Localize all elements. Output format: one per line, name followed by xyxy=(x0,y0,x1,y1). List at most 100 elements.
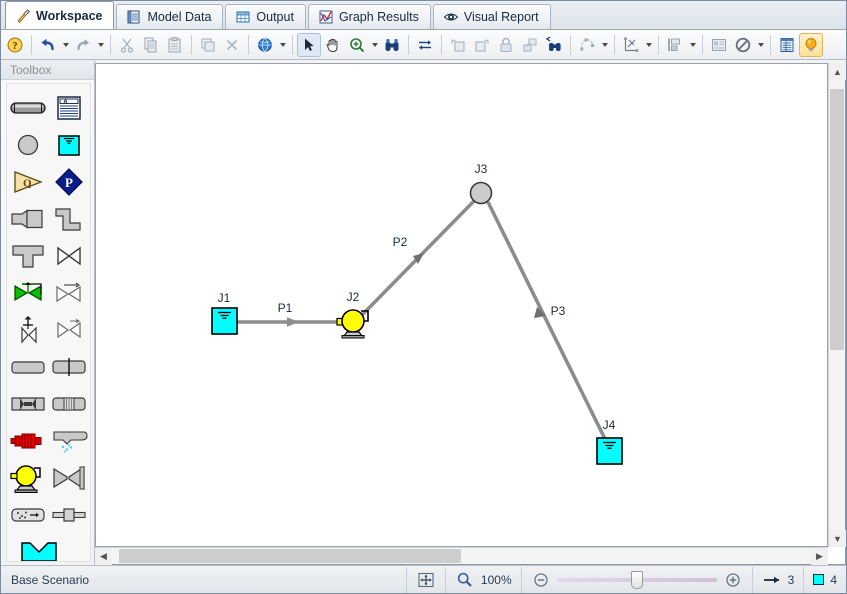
zoom-in-icon[interactable] xyxy=(345,33,369,57)
horizontal-scroll-thumb[interactable] xyxy=(118,549,462,563)
annotation-tool[interactable]: A xyxy=(49,90,91,126)
pump-red-tool[interactable] xyxy=(7,423,49,459)
transform-dropdown-caret[interactable] xyxy=(643,33,654,57)
pan-hand-icon[interactable] xyxy=(321,33,345,57)
pipe-P1[interactable] xyxy=(236,317,344,327)
junction-J3[interactable] xyxy=(469,181,493,205)
junction-J1[interactable] xyxy=(211,307,238,335)
tab-graph-results[interactable]: Graph Results xyxy=(307,4,431,29)
graph-results-icon xyxy=(318,9,334,25)
vertical-scroll-thumb[interactable] xyxy=(830,89,844,350)
sprinkler-tool[interactable] xyxy=(49,423,91,459)
redo-icon[interactable] xyxy=(71,33,95,57)
workspace-canvas[interactable]: J1 J2 J3 J4 P1 P2 P3 xyxy=(95,63,828,547)
globe-icon[interactable] xyxy=(253,33,277,57)
find-binoculars-icon[interactable] xyxy=(380,33,404,57)
valve-tool[interactable] xyxy=(49,238,91,274)
reservoir-tool[interactable] xyxy=(49,127,91,163)
zoom-slider-thumb[interactable] xyxy=(630,570,643,589)
junction-J4[interactable] xyxy=(596,437,623,465)
send-backward-icon[interactable] xyxy=(446,33,470,57)
no-entry-icon[interactable] xyxy=(731,33,755,57)
pipe-P3[interactable] xyxy=(486,201,608,442)
branch-junction-tool[interactable] xyxy=(7,127,49,163)
orifice-tool[interactable] xyxy=(49,349,91,385)
pump-tool[interactable] xyxy=(7,460,49,496)
swap-arrows-icon[interactable] xyxy=(413,33,437,57)
vertical-scroll-track[interactable] xyxy=(829,80,845,530)
scroll-up-button[interactable]: ▲ xyxy=(829,63,846,80)
scroll-left-button[interactable]: ◀ xyxy=(95,548,112,565)
undo-icon[interactable] xyxy=(36,33,60,57)
copy-icon[interactable] xyxy=(139,33,163,57)
vertical-scrollbar[interactable]: ▲ ▼ xyxy=(828,63,846,547)
paste-icon[interactable] xyxy=(163,33,187,57)
cut-icon[interactable] xyxy=(115,33,139,57)
align-dropdown-caret[interactable] xyxy=(687,33,698,57)
toolbar-separator xyxy=(570,34,571,55)
tab-visual-report[interactable]: Visual Report xyxy=(432,4,551,29)
find-next-icon[interactable] xyxy=(542,33,566,57)
duplicate-icon[interactable] xyxy=(196,33,220,57)
align-icon[interactable] xyxy=(663,33,687,57)
zoom-slider[interactable] xyxy=(556,570,717,589)
tab-model-data[interactable]: Model Data xyxy=(116,4,224,29)
tab-label: Visual Report xyxy=(463,10,539,24)
toolbar-separator xyxy=(292,34,293,55)
transform-icon[interactable] xyxy=(619,33,643,57)
control-valve-tool[interactable] xyxy=(7,275,49,311)
polyline-icon[interactable] xyxy=(575,33,599,57)
volume-balance-tool[interactable] xyxy=(49,497,91,533)
zoom-out-icon[interactable] xyxy=(531,570,551,590)
area-change-tool[interactable] xyxy=(7,201,49,237)
group-objects-icon[interactable] xyxy=(518,33,542,57)
zoom-dropdown-caret[interactable] xyxy=(369,33,380,57)
pump-red-icon xyxy=(9,429,47,453)
tee-tool[interactable] xyxy=(7,238,49,274)
bring-forward-icon[interactable] xyxy=(470,33,494,57)
properties-panel-icon[interactable] xyxy=(707,33,731,57)
filter-tool[interactable] xyxy=(7,497,49,533)
redo-dropdown-caret[interactable] xyxy=(95,33,106,57)
delete-icon[interactable] xyxy=(220,33,244,57)
tab-output[interactable]: Output xyxy=(225,4,306,29)
relief-valve-tool[interactable] xyxy=(7,312,49,348)
magnifier-icon[interactable] xyxy=(455,570,475,590)
polyline-dropdown-caret[interactable] xyxy=(599,33,610,57)
general-component-tool[interactable] xyxy=(7,349,49,385)
no-entry-dropdown-caret[interactable] xyxy=(755,33,766,57)
list-view-icon[interactable] xyxy=(775,33,799,57)
horizontal-scrollbar[interactable]: ◀ ▶ xyxy=(95,547,828,565)
zoom-in-icon[interactable] xyxy=(723,570,743,590)
bend-tool[interactable] xyxy=(49,201,91,237)
tee-icon xyxy=(10,242,46,270)
spray-discharge-tool[interactable] xyxy=(49,312,91,348)
heat-exchanger-tool[interactable] xyxy=(49,386,91,422)
undo-dropdown-caret[interactable] xyxy=(60,33,71,57)
status-bar: Base Scenario 100% 3 4 xyxy=(1,565,846,593)
assigned-pressure-tool[interactable]: P xyxy=(49,164,91,200)
pipe-P2[interactable] xyxy=(360,198,477,317)
weir-tool[interactable] xyxy=(7,534,90,561)
scroll-down-button[interactable]: ▼ xyxy=(829,530,846,547)
tab-workspace[interactable]: Workspace xyxy=(5,1,115,29)
venturi-tool[interactable] xyxy=(49,460,91,496)
horizontal-scroll-track[interactable] xyxy=(112,548,811,564)
area-change-icon xyxy=(9,208,47,230)
bend-icon xyxy=(53,205,85,233)
toolbox-grid: A Q P xyxy=(6,83,91,562)
junction-count-value: 4 xyxy=(830,572,837,587)
toolbox-title: Toolbox xyxy=(1,60,94,80)
sprinkler-icon xyxy=(50,428,88,454)
lightbulb-icon[interactable] xyxy=(799,32,823,57)
pipe-tool[interactable] xyxy=(7,90,49,126)
fit-to-window-icon[interactable] xyxy=(416,570,436,590)
select-arrow-icon[interactable] xyxy=(297,32,321,57)
screen-tool[interactable] xyxy=(7,386,49,422)
lock-icon[interactable] xyxy=(494,33,518,57)
check-valve-tool[interactable] xyxy=(49,275,91,311)
help-icon[interactable]: ? xyxy=(3,33,27,57)
assigned-flow-tool[interactable]: Q xyxy=(7,164,49,200)
globe-dropdown-caret[interactable] xyxy=(277,33,288,57)
scroll-right-button[interactable]: ▶ xyxy=(811,548,828,565)
